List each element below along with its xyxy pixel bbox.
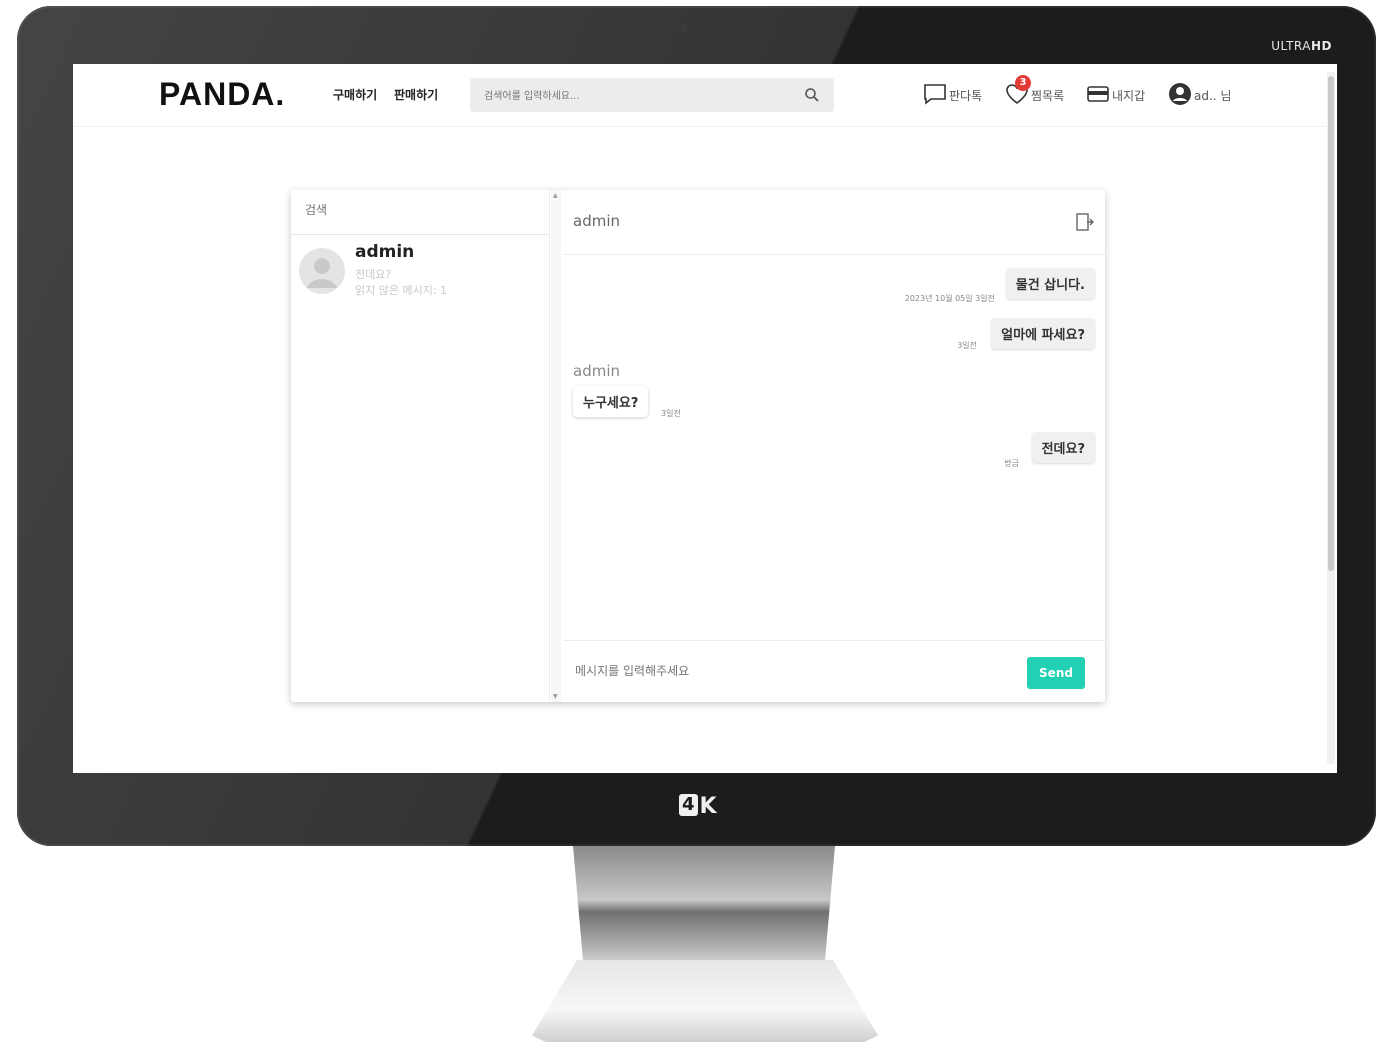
nav-sell-link[interactable]: 판매하기 bbox=[394, 86, 438, 103]
message-bubble-out: 물건 삽니다. bbox=[1005, 268, 1095, 299]
chat-panel: admin 전데요? 읽지 않은 메시지: 1 ▲ ▼ admin 물건 삽니다… bbox=[291, 190, 1105, 702]
page-scrollbar-thumb[interactable] bbox=[1328, 76, 1334, 571]
monitor-stand-neck bbox=[573, 846, 835, 966]
heart-icon: 3 bbox=[1005, 74, 1031, 108]
scroll-down-arrow-icon[interactable]: ▼ bbox=[553, 693, 558, 700]
message-compose: Send bbox=[563, 640, 1105, 703]
chat-window: admin 물건 삽니다. 2023년 10월 05일 3일전 얼마에 파세요?… bbox=[563, 190, 1105, 702]
talk-label: 판다톡 bbox=[949, 88, 983, 103]
exit-icon[interactable] bbox=[1075, 212, 1095, 236]
user-label: ad.. 님 bbox=[1194, 88, 1232, 103]
user-icon bbox=[1168, 82, 1194, 109]
site-logo[interactable]: PANDA. bbox=[159, 76, 285, 113]
ultrahd-bold: HD bbox=[1310, 39, 1332, 53]
wishlist-link[interactable]: 3 찜목록 bbox=[1005, 74, 1065, 108]
message-bubble-in: 누구세요? bbox=[573, 386, 649, 417]
search-icon[interactable] bbox=[804, 87, 820, 107]
chat-title: admin bbox=[573, 212, 620, 230]
wallet-icon bbox=[1086, 84, 1112, 107]
ultrahd-light: ULTRA bbox=[1271, 39, 1311, 53]
message-time: 방금 bbox=[1004, 459, 1019, 468]
conversation-item[interactable]: admin 전데요? 읽지 않은 메시지: 1 bbox=[299, 242, 539, 302]
screen: PANDA. 구매하기 판매하기 판다톡 3 찜목록 내 bbox=[73, 64, 1337, 773]
badge-4k-rest: K bbox=[699, 794, 717, 819]
nav-buy-link[interactable]: 구매하기 bbox=[333, 86, 377, 103]
message-bubble-out: 얼마에 파세요? bbox=[991, 318, 1095, 349]
avatar bbox=[299, 248, 345, 294]
monitor-stand-base bbox=[532, 960, 878, 1042]
user-menu[interactable]: ad.. 님 bbox=[1168, 82, 1231, 108]
chat-bubble-icon bbox=[923, 83, 949, 108]
message-time: 3일전 bbox=[957, 341, 977, 350]
wishlist-count-badge: 3 bbox=[1015, 74, 1031, 91]
search-input[interactable] bbox=[482, 86, 786, 106]
conversation-last-message: 전데요? bbox=[355, 268, 392, 281]
scroll-up-arrow-icon[interactable]: ▲ bbox=[553, 192, 558, 199]
conversation-search bbox=[291, 190, 549, 235]
conversation-list-scrollbar[interactable]: ▲ ▼ bbox=[551, 190, 561, 702]
conversation-name: admin bbox=[355, 242, 415, 262]
ultrahd-label: ULTRAHD bbox=[1271, 39, 1332, 53]
chat-header: admin bbox=[563, 190, 1105, 255]
wallet-link[interactable]: 내지갑 bbox=[1086, 82, 1145, 108]
wishlist-label: 찜목록 bbox=[1031, 88, 1065, 103]
send-button[interactable]: Send bbox=[1027, 657, 1085, 689]
message-time: 3일전 bbox=[661, 409, 681, 418]
conversation-search-input[interactable] bbox=[303, 202, 527, 218]
page-scrollbar[interactable] bbox=[1327, 72, 1335, 764]
conversation-unread: 읽지 않은 메시지: 1 bbox=[355, 284, 448, 297]
talk-link[interactable]: 판다톡 bbox=[923, 82, 982, 108]
message-input[interactable] bbox=[573, 663, 977, 679]
message-bubble-out: 전데요? bbox=[1031, 432, 1095, 463]
badge-4k-box: 4 bbox=[679, 794, 698, 816]
badge-4k: 4K bbox=[679, 794, 717, 819]
conversation-list: admin 전데요? 읽지 않은 메시지: 1 bbox=[291, 190, 550, 702]
search-bar bbox=[470, 78, 834, 112]
message-time: 2023년 10월 05일 3일전 bbox=[904, 294, 995, 303]
wallet-label: 내지갑 bbox=[1112, 88, 1146, 103]
site-header: PANDA. 구매하기 판매하기 판다톡 3 찜목록 내 bbox=[73, 64, 1327, 127]
message-sender: admin bbox=[573, 362, 620, 380]
camera-dot bbox=[680, 24, 688, 32]
